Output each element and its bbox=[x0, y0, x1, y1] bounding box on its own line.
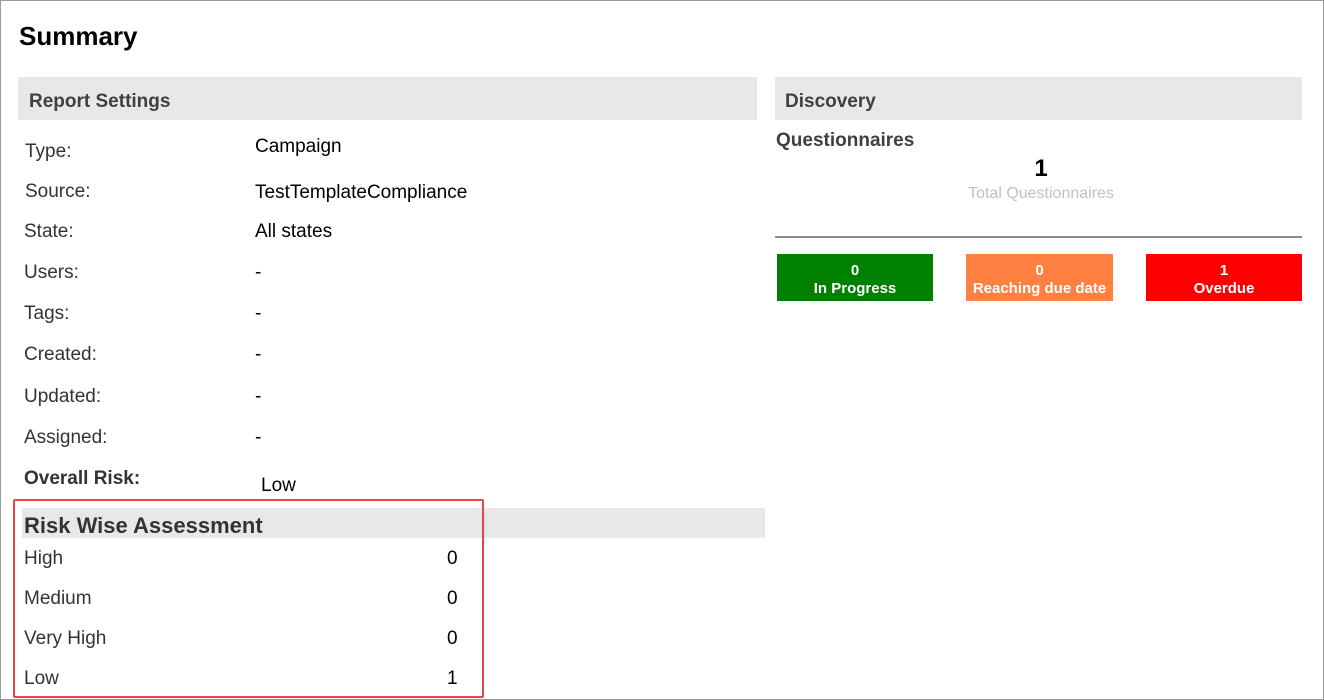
tags-value: - bbox=[255, 303, 262, 324]
in-progress-stat: 0 In Progress bbox=[777, 254, 933, 301]
total-questionnaires-count: 1 bbox=[1034, 155, 1048, 182]
total-questionnaires-label: Total Questionnaires bbox=[968, 185, 1114, 202]
reaching-due-date-stat: 0 Reaching due date bbox=[966, 254, 1113, 301]
discovery-header: Discovery bbox=[775, 77, 1302, 120]
overdue-stat: 1 Overdue bbox=[1146, 254, 1302, 301]
assigned-value: - bbox=[255, 427, 262, 448]
users-label: Users: bbox=[24, 262, 79, 283]
tags-label: Tags: bbox=[24, 303, 70, 324]
stat-label: Reaching due date bbox=[972, 280, 1107, 297]
report-settings-header: Report Settings bbox=[18, 77, 757, 120]
source-label: Source: bbox=[25, 181, 91, 202]
source-value: TestTemplateCompliance bbox=[255, 182, 468, 203]
discovery-divider bbox=[775, 236, 1302, 238]
created-label: Created: bbox=[24, 344, 97, 365]
overall-risk-value: Low bbox=[261, 475, 296, 496]
state-value: All states bbox=[255, 221, 333, 242]
updated-value: - bbox=[255, 386, 262, 407]
stat-value: 1 bbox=[1219, 262, 1229, 279]
overall-risk-label: Overall Risk: bbox=[24, 468, 141, 489]
stat-value: 0 bbox=[1035, 262, 1044, 279]
risk-highlight-box bbox=[13, 499, 484, 698]
page-title: Summary bbox=[19, 21, 138, 51]
assigned-label: Assigned: bbox=[24, 427, 108, 448]
stat-label: In Progress bbox=[813, 280, 897, 297]
users-value: - bbox=[255, 262, 262, 283]
created-value: - bbox=[255, 344, 262, 365]
type-label: Type: bbox=[25, 141, 72, 162]
stat-label: Overdue bbox=[1193, 280, 1255, 297]
questionnaires-title: Questionnaires bbox=[776, 130, 915, 151]
type-value: Campaign bbox=[255, 136, 342, 157]
stat-value: 0 bbox=[850, 262, 860, 279]
state-label: State: bbox=[24, 221, 74, 242]
updated-label: Updated: bbox=[24, 386, 102, 407]
